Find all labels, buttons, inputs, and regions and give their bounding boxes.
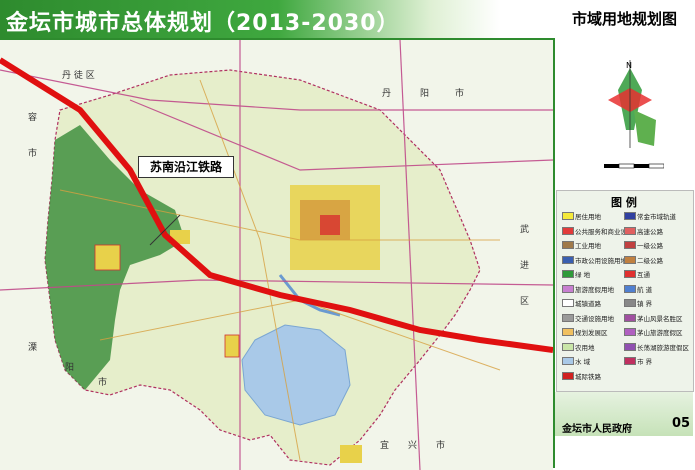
legend-label: 市政公用设施用地 xyxy=(575,256,627,265)
legend-swatch xyxy=(562,284,574,293)
map-subtitle: 市域用地规划图 xyxy=(571,10,677,28)
map-canvas[interactable] xyxy=(0,38,553,470)
legend-label: 工业用地 xyxy=(575,242,601,250)
place-label: 市 xyxy=(436,441,446,451)
legend-label: 高速公路 xyxy=(637,227,663,236)
map-graphic xyxy=(0,40,553,470)
legend-label: 城镇道路 xyxy=(575,300,601,308)
compass-rose: N xyxy=(608,60,656,148)
legend-label: 规划发展区 xyxy=(575,329,608,337)
legend-label: 航 道 xyxy=(637,285,653,294)
legend-swatch xyxy=(562,342,574,351)
place-label: 容 xyxy=(28,113,38,123)
place-label: 武 xyxy=(520,225,530,235)
legend-label: 交通设施用地 xyxy=(575,314,614,323)
legend-label: 城际铁路 xyxy=(575,372,601,381)
legend-swatch xyxy=(624,226,636,235)
legend-swatch xyxy=(624,328,636,336)
legend-title: 图 例 xyxy=(611,196,637,209)
legend-swatch xyxy=(624,357,636,365)
place-label: 宜 xyxy=(380,441,390,451)
railway-callout: 苏南沿江铁路 xyxy=(138,156,234,178)
legend-swatch xyxy=(562,241,574,249)
legend-label: 水 域 xyxy=(575,358,591,366)
page-number: 05 xyxy=(672,416,691,431)
legend-swatch xyxy=(562,255,574,264)
legend-label: 茅山旅游度假区 xyxy=(637,329,683,337)
north-letter: N xyxy=(626,61,632,70)
legend-swatch xyxy=(624,299,636,307)
legend-label: 一级公路 xyxy=(637,242,663,250)
legend-label: 市 界 xyxy=(637,358,653,366)
place-label: 区 xyxy=(520,297,530,307)
legend-swatch xyxy=(562,313,574,322)
place-label: 兴 xyxy=(408,441,418,451)
legend-label: 旅游度假用地 xyxy=(575,285,614,294)
place-label: 市 xyxy=(98,378,108,388)
legend-label: 二级公路 xyxy=(637,256,663,265)
legend-label: 茅山风景名胜区 xyxy=(637,314,683,323)
legend-swatch xyxy=(624,270,636,278)
scale-bar xyxy=(604,163,664,169)
legend-label: 绿 地 xyxy=(575,271,591,279)
legend-swatch xyxy=(624,255,636,264)
legend-swatch xyxy=(624,342,636,351)
legend-swatch xyxy=(562,270,574,278)
legend-label: 居住用地 xyxy=(575,213,601,221)
legend-swatch xyxy=(562,299,574,307)
legend-swatch xyxy=(624,241,636,249)
legend-swatch xyxy=(562,328,574,336)
place-label: 进 xyxy=(520,261,530,271)
legend-label: 镇 界 xyxy=(637,300,653,308)
legend-label: 长荡湖旅游度假区 xyxy=(637,343,689,352)
place-label: 阳 xyxy=(65,363,75,373)
legend-swatch xyxy=(562,226,574,235)
legend-label: 互通 xyxy=(637,271,650,279)
place-label: 市 xyxy=(455,89,465,99)
legend-swatch xyxy=(624,212,636,220)
footer-organization: 金坛市人民政府 xyxy=(562,424,632,435)
legend-label: 常金市域轨道 xyxy=(637,213,676,221)
place-label: 溧 xyxy=(28,343,38,353)
place-label: 丹 xyxy=(382,89,392,99)
place-label: 丹 徒 区 xyxy=(62,71,95,81)
legend-swatch xyxy=(624,284,636,293)
page-title: 金坛市城市总体规划（2013-2030） xyxy=(6,11,400,36)
legend-swatch xyxy=(624,313,636,322)
legend-swatch xyxy=(562,371,574,380)
place-label: 阳 xyxy=(420,89,430,99)
legend-swatch xyxy=(562,357,574,365)
place-label: 市 xyxy=(28,149,38,159)
legend-swatch xyxy=(562,212,574,220)
legend-label: 农用地 xyxy=(575,343,595,352)
